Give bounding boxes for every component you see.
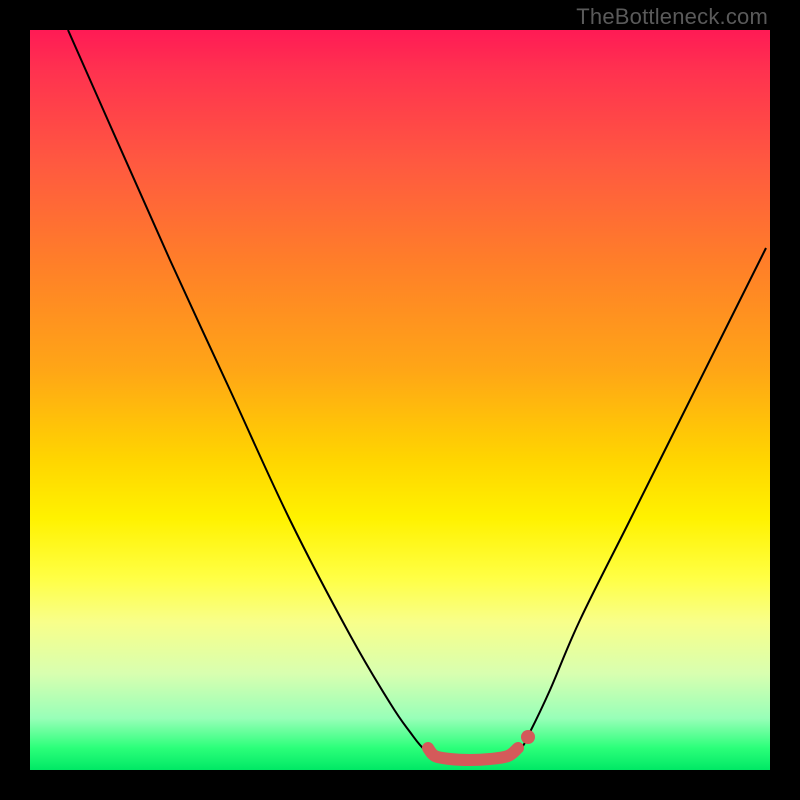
- curve-svg: [30, 30, 770, 770]
- bottleneck-curve: [68, 30, 766, 759]
- end-dot: [521, 730, 535, 744]
- flat-bottom-marker: [428, 748, 518, 760]
- plot-area: [30, 30, 770, 770]
- watermark-text: TheBottleneck.com: [576, 4, 768, 30]
- chart-frame: TheBottleneck.com: [0, 0, 800, 800]
